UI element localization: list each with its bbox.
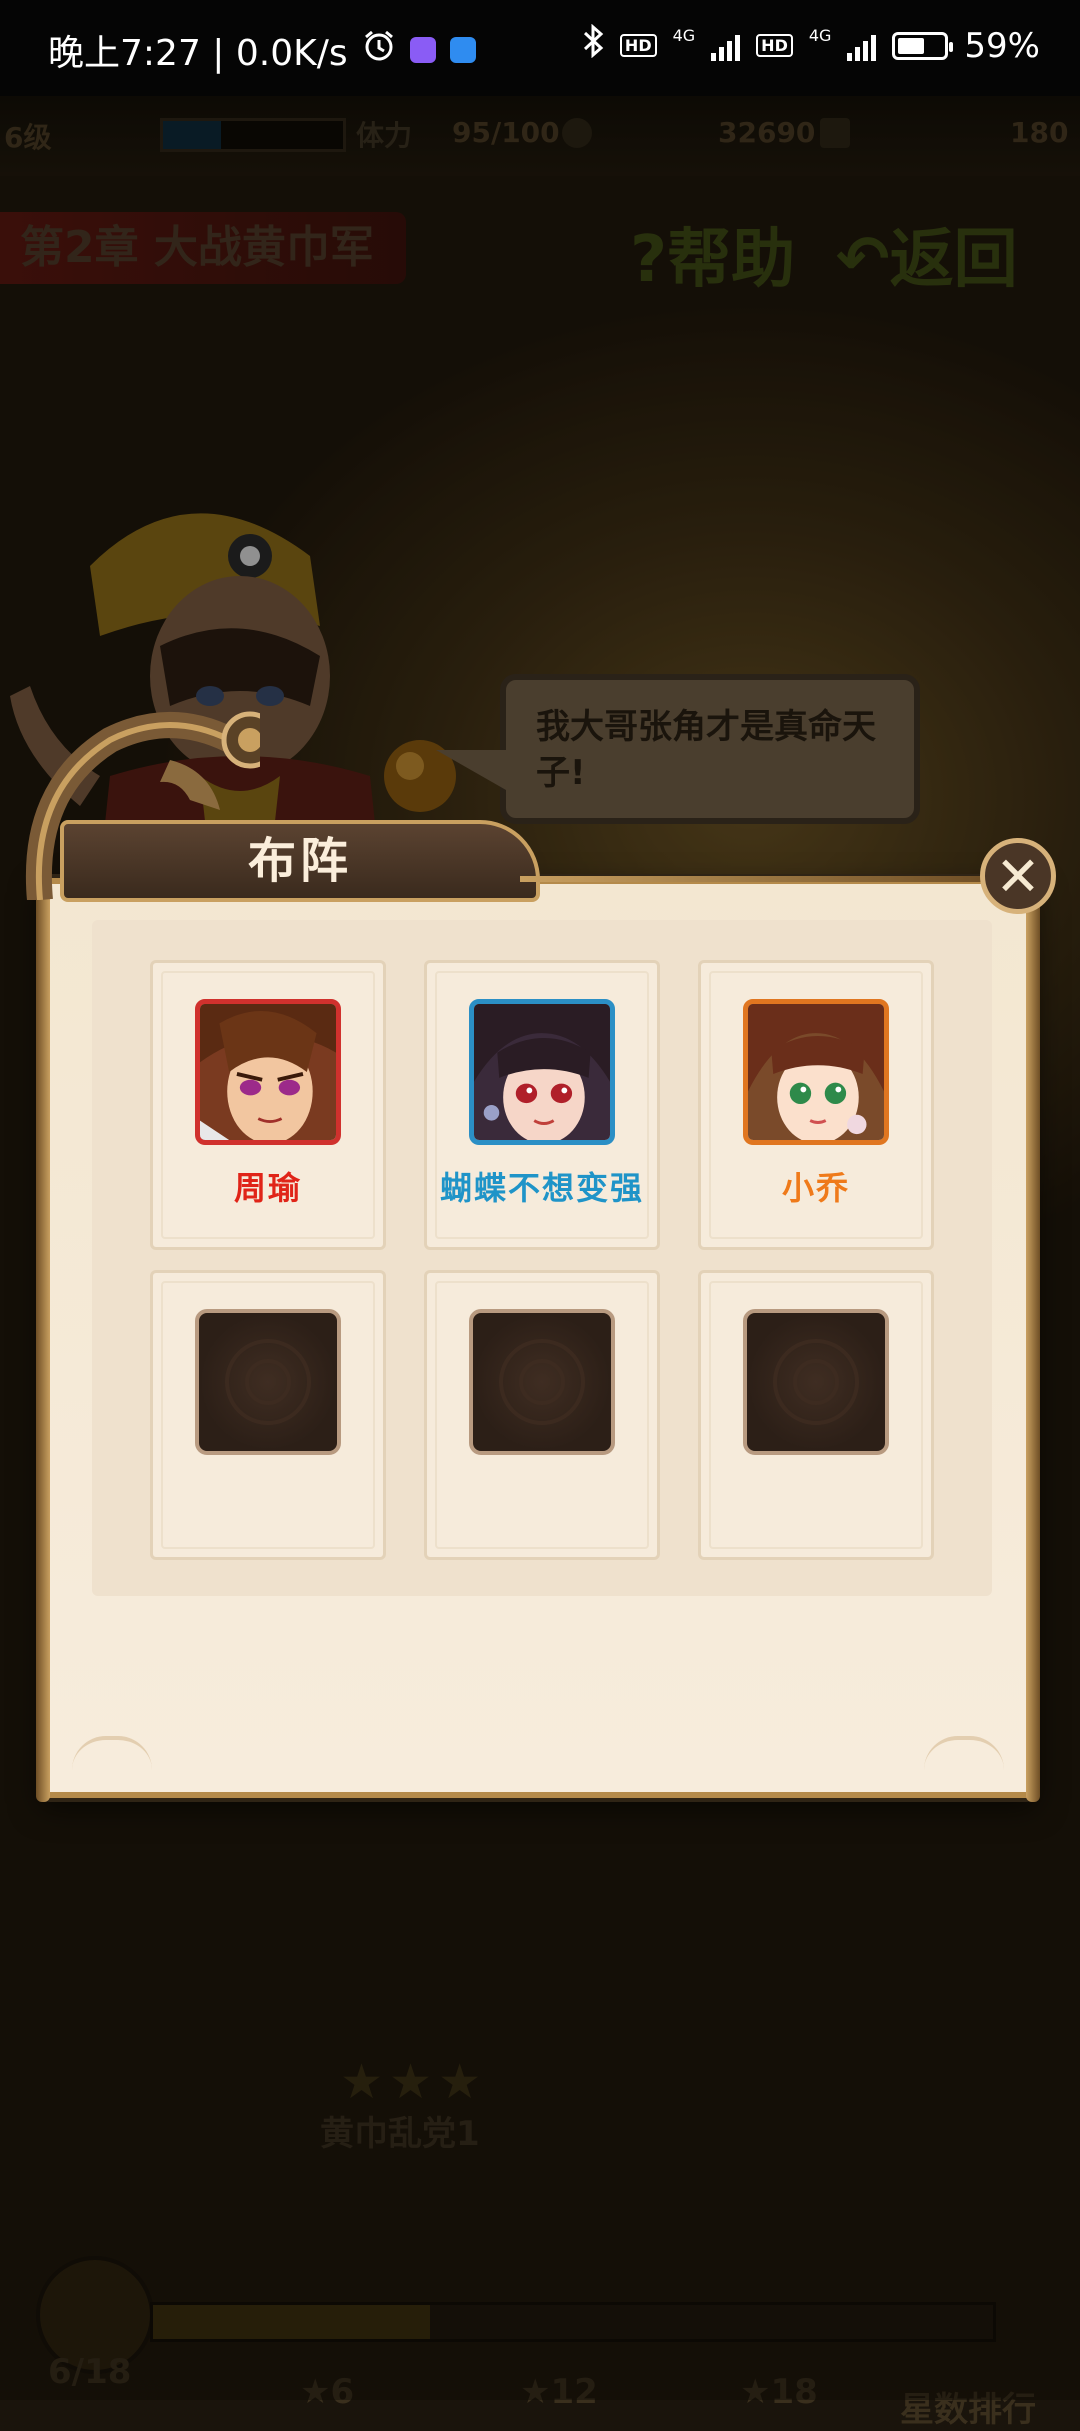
hero-name: 蝴蝶不想变强 bbox=[439, 1169, 644, 1207]
empty-slot-emblem-icon bbox=[195, 1309, 341, 1455]
star-icon: ★ bbox=[389, 2054, 433, 2110]
star-progress-bar bbox=[150, 2302, 996, 2342]
gold-ingot-icon bbox=[820, 118, 850, 148]
close-button[interactable]: ✕ bbox=[980, 838, 1056, 914]
cloud-decoration bbox=[72, 1736, 152, 1770]
cloud-decoration bbox=[924, 1736, 1004, 1770]
battery-icon bbox=[892, 31, 954, 60]
hero-portrait-xiaoqiao[interactable] bbox=[743, 999, 889, 1145]
hd-badge: HD bbox=[619, 34, 657, 57]
hero-name: 小乔 bbox=[781, 1169, 850, 1207]
stamina-value: 95/100 bbox=[452, 116, 560, 149]
battery-percent: 59% bbox=[964, 25, 1040, 66]
hd-badge: HD bbox=[756, 34, 793, 57]
dialog-title: 布阵 bbox=[247, 833, 352, 889]
status-bar: 晚上7:27 | 0.0K/s HD 4G HD 4G 59% bbox=[0, 0, 1080, 96]
speech-text: 我大哥张角才是真命天子! bbox=[536, 707, 876, 793]
star-icon: ★ bbox=[438, 2054, 482, 2110]
empty-slot-emblem-icon bbox=[469, 1309, 615, 1455]
lineup-slot-3[interactable]: 小乔 bbox=[698, 960, 934, 1250]
chapter-title: 第2章 大战黄巾军 bbox=[0, 212, 406, 284]
lineup-slot-4[interactable] bbox=[150, 1270, 386, 1560]
back-label: 返回 bbox=[889, 223, 1018, 297]
star-icon: ★ bbox=[300, 2372, 331, 2412]
stamina-icon: 体力 bbox=[356, 119, 413, 152]
signal-icon bbox=[847, 31, 877, 61]
app-notification-icon bbox=[409, 37, 436, 63]
lineup-slot-1[interactable]: 周瑜 bbox=[150, 960, 386, 1250]
gold-value: 180 bbox=[1010, 116, 1069, 149]
lineup-dialog: 周瑜 蝴蝶不想变强 小乔 bbox=[36, 874, 1040, 1802]
star-ranking-button[interactable]: 星数排行 bbox=[900, 2382, 1036, 2431]
dialog-title-plaque: 布阵 bbox=[60, 820, 540, 902]
lineup-slot-5[interactable] bbox=[424, 1270, 660, 1560]
alarm-icon bbox=[362, 29, 396, 72]
lineup-slot-2[interactable]: 蝴蝶不想变强 bbox=[424, 960, 660, 1250]
signal-icon bbox=[711, 31, 741, 61]
lineup-grid: 周瑜 蝴蝶不想变强 小乔 bbox=[92, 920, 992, 1596]
star-icon: ★ bbox=[740, 2372, 771, 2412]
hero-portrait-zhouyu[interactable] bbox=[195, 999, 341, 1145]
star-progress-text: 6/18 bbox=[48, 2352, 132, 2392]
hero-portrait-player[interactable] bbox=[469, 999, 615, 1145]
lineup-slot-6[interactable] bbox=[698, 1270, 934, 1560]
stage-node-name[interactable]: 黄巾乱党1 bbox=[320, 2106, 480, 2155]
resource-bar: 6级 体力 95/100 32690 180 bbox=[0, 96, 1080, 176]
star-icon: ★ bbox=[340, 2054, 384, 2110]
dialog-frame-left bbox=[36, 874, 50, 1802]
back-button[interactable]: ↶返回 bbox=[836, 208, 1018, 300]
experience-bar bbox=[160, 118, 346, 152]
title-divider bbox=[520, 876, 990, 882]
status-time-speed: 晚上7:27 | 0.0K/s bbox=[48, 33, 348, 74]
help-button[interactable]: ?帮助 bbox=[630, 208, 795, 300]
empty-slot-emblem-icon bbox=[743, 1309, 889, 1455]
milestone-reward-18[interactable]: ★18 bbox=[740, 2372, 818, 2412]
hero-name: 周瑜 bbox=[233, 1169, 302, 1207]
dialog-frame-right bbox=[1026, 874, 1040, 1802]
milestone-reward-6[interactable]: ★6 bbox=[300, 2372, 354, 2412]
network-type: 4G bbox=[808, 26, 832, 45]
star-icon: ★ bbox=[520, 2372, 551, 2412]
player-level: 6级 bbox=[4, 121, 52, 154]
app-notification-icon bbox=[449, 37, 476, 63]
network-type: 4G bbox=[672, 26, 696, 45]
bluetooth-icon bbox=[582, 23, 604, 67]
node-stars: ★ ★ ★ bbox=[340, 2054, 481, 2110]
coin-value: 32690 bbox=[718, 116, 816, 149]
close-icon: ✕ bbox=[995, 844, 1041, 908]
speech-bubble: 我大哥张角才是真命天子! bbox=[436, 674, 920, 824]
milestone-reward-12[interactable]: ★12 bbox=[520, 2372, 598, 2412]
coin-icon bbox=[562, 118, 592, 148]
back-arrow-icon: ↶ bbox=[836, 223, 890, 297]
